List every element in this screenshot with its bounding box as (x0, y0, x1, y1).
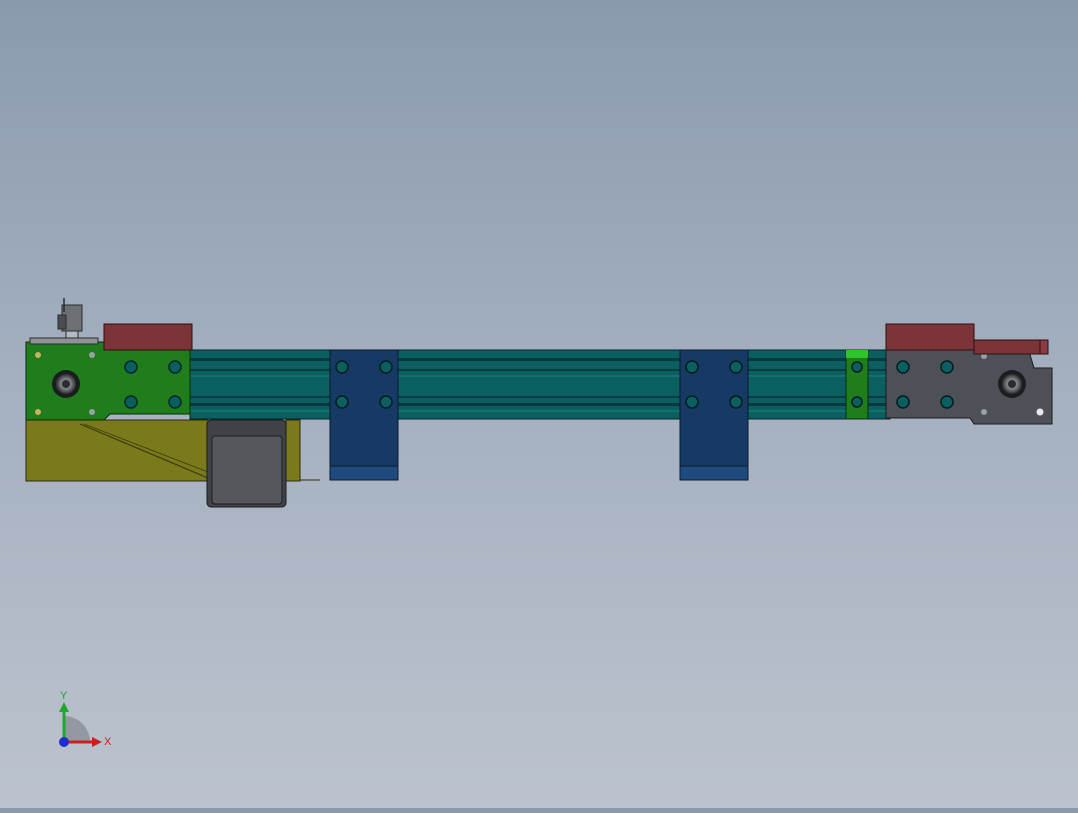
coordinate-triad-icon[interactable]: Y X (59, 690, 112, 748)
bolt-icon (335, 360, 349, 374)
left-carriage-block (103, 323, 193, 351)
support-bracket-left (329, 349, 399, 481)
screw-icon (89, 409, 95, 415)
triad-z-axis (59, 737, 69, 747)
cad-viewport[interactable]: Y X (0, 0, 1078, 808)
rail-highlight-upper (190, 375, 890, 377)
small-hole-icon (35, 409, 41, 415)
rail-groove-bottom (190, 403, 890, 406)
shaft-icon (62, 380, 70, 388)
bolt-icon (729, 395, 743, 409)
bolt-icon (896, 395, 910, 409)
triad-x-arrow (92, 737, 102, 747)
screw-icon (981, 409, 987, 415)
small-hole-icon (35, 352, 41, 358)
green-clamp (845, 349, 869, 420)
base-plate (25, 419, 209, 482)
rail-groove-top (190, 358, 890, 361)
screw-icon (89, 352, 95, 358)
bolt-icon (685, 360, 699, 374)
left-end-plate (25, 341, 191, 421)
shaft-icon (1008, 380, 1016, 388)
right-end-plate (885, 347, 1053, 425)
bolt-icon (685, 395, 699, 409)
motor-face (211, 435, 283, 505)
rail-groove-upper (190, 369, 890, 371)
right-end-tab (1039, 339, 1049, 355)
bolt-icon (940, 395, 954, 409)
rail-groove-lower (190, 396, 890, 398)
base-side-plate (285, 419, 301, 482)
bolt-icon (851, 361, 863, 373)
bolt-icon (896, 360, 910, 374)
bolt-icon (168, 360, 182, 374)
triad-y-label: Y (60, 690, 68, 702)
base-angle (299, 420, 320, 481)
bolt-icon (168, 395, 182, 409)
bolt-icon (124, 395, 138, 409)
clamp-body (845, 349, 869, 420)
bracket-foot (679, 465, 749, 481)
support-bracket-right (679, 349, 749, 481)
right-end-cap (973, 339, 1047, 355)
drive-motor (206, 419, 287, 508)
bolt-icon (335, 395, 349, 409)
triad-x-label: X (104, 736, 112, 748)
triad-y-arrow (59, 702, 69, 712)
green-plate (25, 341, 191, 421)
sensor-clamp (57, 314, 67, 330)
bracket-foot (329, 465, 399, 481)
bolt-icon (124, 360, 138, 374)
sensor-bracket (29, 298, 99, 345)
clamp-top (846, 350, 868, 358)
linear-rail (189, 349, 891, 420)
bolt-icon (379, 360, 393, 374)
bolt-icon (729, 360, 743, 374)
assembly-drawing: Y X (25, 298, 1053, 748)
bolt-icon (379, 395, 393, 409)
bolt-icon (940, 360, 954, 374)
small-hole-icon (1036, 408, 1044, 416)
grey-plate (885, 347, 1053, 425)
sensor-bar (29, 337, 99, 345)
bolt-icon (851, 396, 863, 408)
rail-highlight-lower (190, 410, 890, 412)
right-carriage-block (885, 323, 975, 351)
triad-arc (64, 716, 90, 742)
